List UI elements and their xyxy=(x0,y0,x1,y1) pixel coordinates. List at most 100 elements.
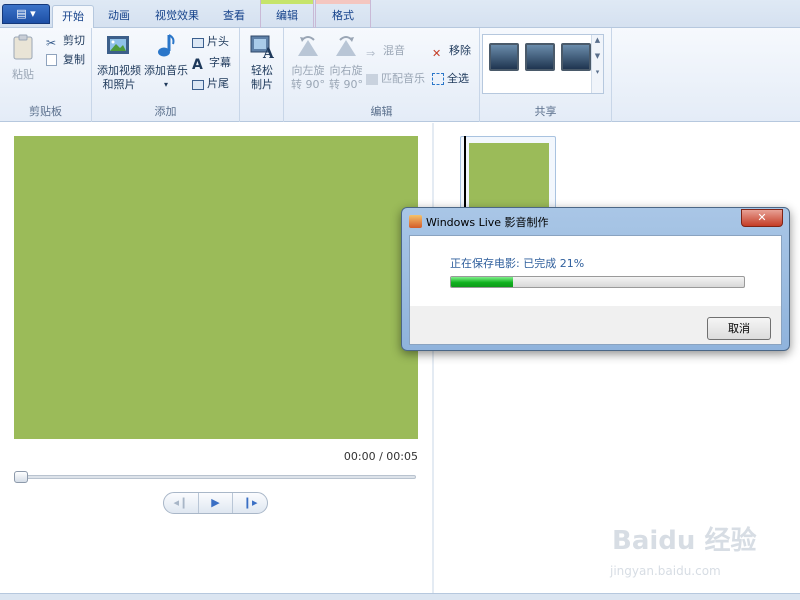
paste-label: 粘贴 xyxy=(12,68,34,81)
add-title-button[interactable]: 片头 xyxy=(192,33,229,51)
dialog-body: 正在保存电影: 已完成 21% 取消 xyxy=(409,235,782,345)
editing-group-label: 编辑 xyxy=(370,105,393,118)
cut-label: 剪切 xyxy=(63,34,85,47)
clip-thumbnail xyxy=(469,143,549,207)
rotate-left-label-2: 转 90° xyxy=(291,78,325,91)
caption-a-icon: A xyxy=(192,57,203,73)
remove-button[interactable]: ✕ 移除 xyxy=(432,42,471,60)
baidu-watermark-logo: Baidu 经验 xyxy=(612,526,757,556)
add-music-dropdown-icon[interactable]: ▾ xyxy=(144,78,188,92)
scissors-icon: ✂ xyxy=(46,36,57,50)
copy-button[interactable]: 复制 xyxy=(46,51,85,69)
save-progress-fill xyxy=(451,277,513,287)
automovie-group: A 轻松 制片 xyxy=(240,28,284,122)
rotate-right-label-1: 向右旋 xyxy=(329,64,363,77)
gallery-up-icon[interactable]: ▲ xyxy=(592,35,603,45)
add-videos-label-1: 添加视频 xyxy=(97,64,141,77)
rotate-left-icon xyxy=(298,36,318,56)
add-music-label: 添加音乐 xyxy=(144,64,188,77)
share-monitor-icon[interactable] xyxy=(489,43,519,71)
music-note-icon xyxy=(158,34,175,57)
copy-label: 复制 xyxy=(63,53,85,66)
clipboard-group: 粘贴 ✂ 剪切 复制 剪贴板 xyxy=(0,28,92,122)
gallery-down-icon[interactable]: ▼ xyxy=(592,51,603,61)
select-all-icon xyxy=(432,73,444,85)
dialog-content: 正在保存电影: 已完成 21% xyxy=(410,236,781,306)
rotate-right-icon xyxy=(336,36,356,56)
previous-frame-icon[interactable]: ◂❙ xyxy=(164,493,199,513)
gallery-scrollbar[interactable]: ▲ ▼ ▾ xyxy=(591,35,603,93)
tab-edit[interactable]: 编辑 xyxy=(262,5,312,28)
playback-time: 00:00 / 00:05 xyxy=(343,450,418,463)
rotate-right-label-2: 转 90° xyxy=(329,78,363,91)
automovie-icon: A xyxy=(250,35,275,62)
application-menu-button[interactable]: ▤ ▾ xyxy=(2,4,50,24)
save-movie-dialog: Windows Live 影音制作 ✕ 正在保存电影: 已完成 21% 取消 xyxy=(401,207,790,351)
preview-pane: 00:00 / 00:05 ◂❙ ▶ ❙▸ xyxy=(0,123,432,593)
seek-knob[interactable] xyxy=(14,471,28,483)
contextual-accent-edit xyxy=(261,0,313,4)
add-credits-button[interactable]: 片尾 xyxy=(192,75,229,93)
dialog-close-button[interactable]: ✕ xyxy=(741,209,783,227)
share-gallery: ▲ ▼ ▾ xyxy=(482,34,604,94)
snapshot-button[interactable]: ⇒ 混音 xyxy=(366,42,405,60)
svg-text:A: A xyxy=(262,46,275,60)
add-caption-label: 字幕 xyxy=(209,56,231,69)
clipboard-group-label: 剪贴板 xyxy=(29,105,62,118)
mix-arrow-icon: ⇒ xyxy=(366,47,376,60)
tab-visual-effects[interactable]: 视觉效果 xyxy=(146,5,208,28)
paste-button[interactable]: 粘贴 xyxy=(6,34,40,82)
next-frame-icon[interactable]: ❙▸ xyxy=(233,493,267,513)
film-photo-icon xyxy=(107,36,129,54)
cancel-button[interactable]: 取消 xyxy=(707,317,771,340)
add-videos-photos-button[interactable]: 添加视频 和照片 xyxy=(96,32,142,92)
add-group: 添加视频 和照片 添加音乐 ▾ 片头 A 字幕 片尾 添加 xyxy=(92,28,240,122)
copy-icon xyxy=(46,54,57,66)
select-all-label: 全选 xyxy=(447,72,469,85)
rotate-left-button[interactable]: 向左旋 转 90° xyxy=(290,32,326,92)
status-bar xyxy=(0,593,800,600)
cut-button[interactable]: ✂ 剪切 xyxy=(46,32,85,50)
tab-view[interactable]: 查看 xyxy=(212,5,256,28)
fit-to-music-button[interactable]: 匹配音乐 xyxy=(366,70,425,88)
seek-bar[interactable] xyxy=(14,471,416,483)
add-credits-label: 片尾 xyxy=(207,77,229,90)
tab-animations[interactable]: 动画 xyxy=(98,5,140,28)
share-monitor-icon[interactable] xyxy=(561,43,591,71)
video-preview[interactable] xyxy=(14,136,418,439)
remove-x-icon: ✕ xyxy=(432,47,442,60)
fit-music-icon xyxy=(366,74,378,85)
share-group-label: 共享 xyxy=(534,105,557,118)
share-monitor-icon[interactable] xyxy=(525,43,555,71)
save-progress-bar xyxy=(450,276,745,288)
remove-label: 移除 xyxy=(449,44,471,57)
tab-home[interactable]: 开始 xyxy=(52,5,94,29)
play-icon[interactable]: ▶ xyxy=(199,493,234,513)
clipboard-icon xyxy=(13,34,33,60)
gallery-more-icon[interactable]: ▾ xyxy=(592,67,603,77)
save-status-message: 正在保存电影: 已完成 21% xyxy=(450,257,585,270)
rotate-left-label-1: 向左旋 xyxy=(291,64,325,77)
playback-controls: ◂❙ ▶ ❙▸ xyxy=(163,492,268,514)
rotate-right-button[interactable]: 向右旋 转 90° xyxy=(328,32,364,92)
automovie-label-1: 轻松 xyxy=(251,64,273,77)
select-all-button[interactable]: 全选 xyxy=(432,70,469,88)
tab-format[interactable]: 格式 xyxy=(317,5,369,28)
snapshot-label: 混音 xyxy=(383,44,405,57)
add-caption-button[interactable]: A 字幕 xyxy=(192,54,231,73)
add-videos-label-2: 和照片 xyxy=(102,78,136,91)
add-group-label: 添加 xyxy=(154,105,177,118)
contextual-accent-format xyxy=(316,0,370,4)
ribbon: 粘贴 ✂ 剪切 复制 剪贴板 添加视频 和照片 添加音乐 ▾ 片头 A 字幕 片尾 … xyxy=(0,28,800,122)
ribbon-tab-strip: ▤ ▾ 开始 动画 视觉效果 查看 编辑 格式 xyxy=(0,0,800,29)
automovie-button[interactable]: A 轻松 制片 xyxy=(245,32,279,92)
dialog-title: Windows Live 影音制作 xyxy=(426,216,549,229)
baidu-watermark-url: jingyan.baidu.com xyxy=(610,564,721,578)
add-title-label: 片头 xyxy=(207,35,229,48)
credits-icon xyxy=(192,80,204,90)
add-music-button[interactable]: 添加音乐 ▾ xyxy=(144,32,188,92)
app-menu-icon: ▤ ▾ xyxy=(16,7,36,20)
movie-maker-icon xyxy=(409,215,422,228)
title-icon xyxy=(192,38,204,48)
fit-music-label: 匹配音乐 xyxy=(381,72,425,85)
